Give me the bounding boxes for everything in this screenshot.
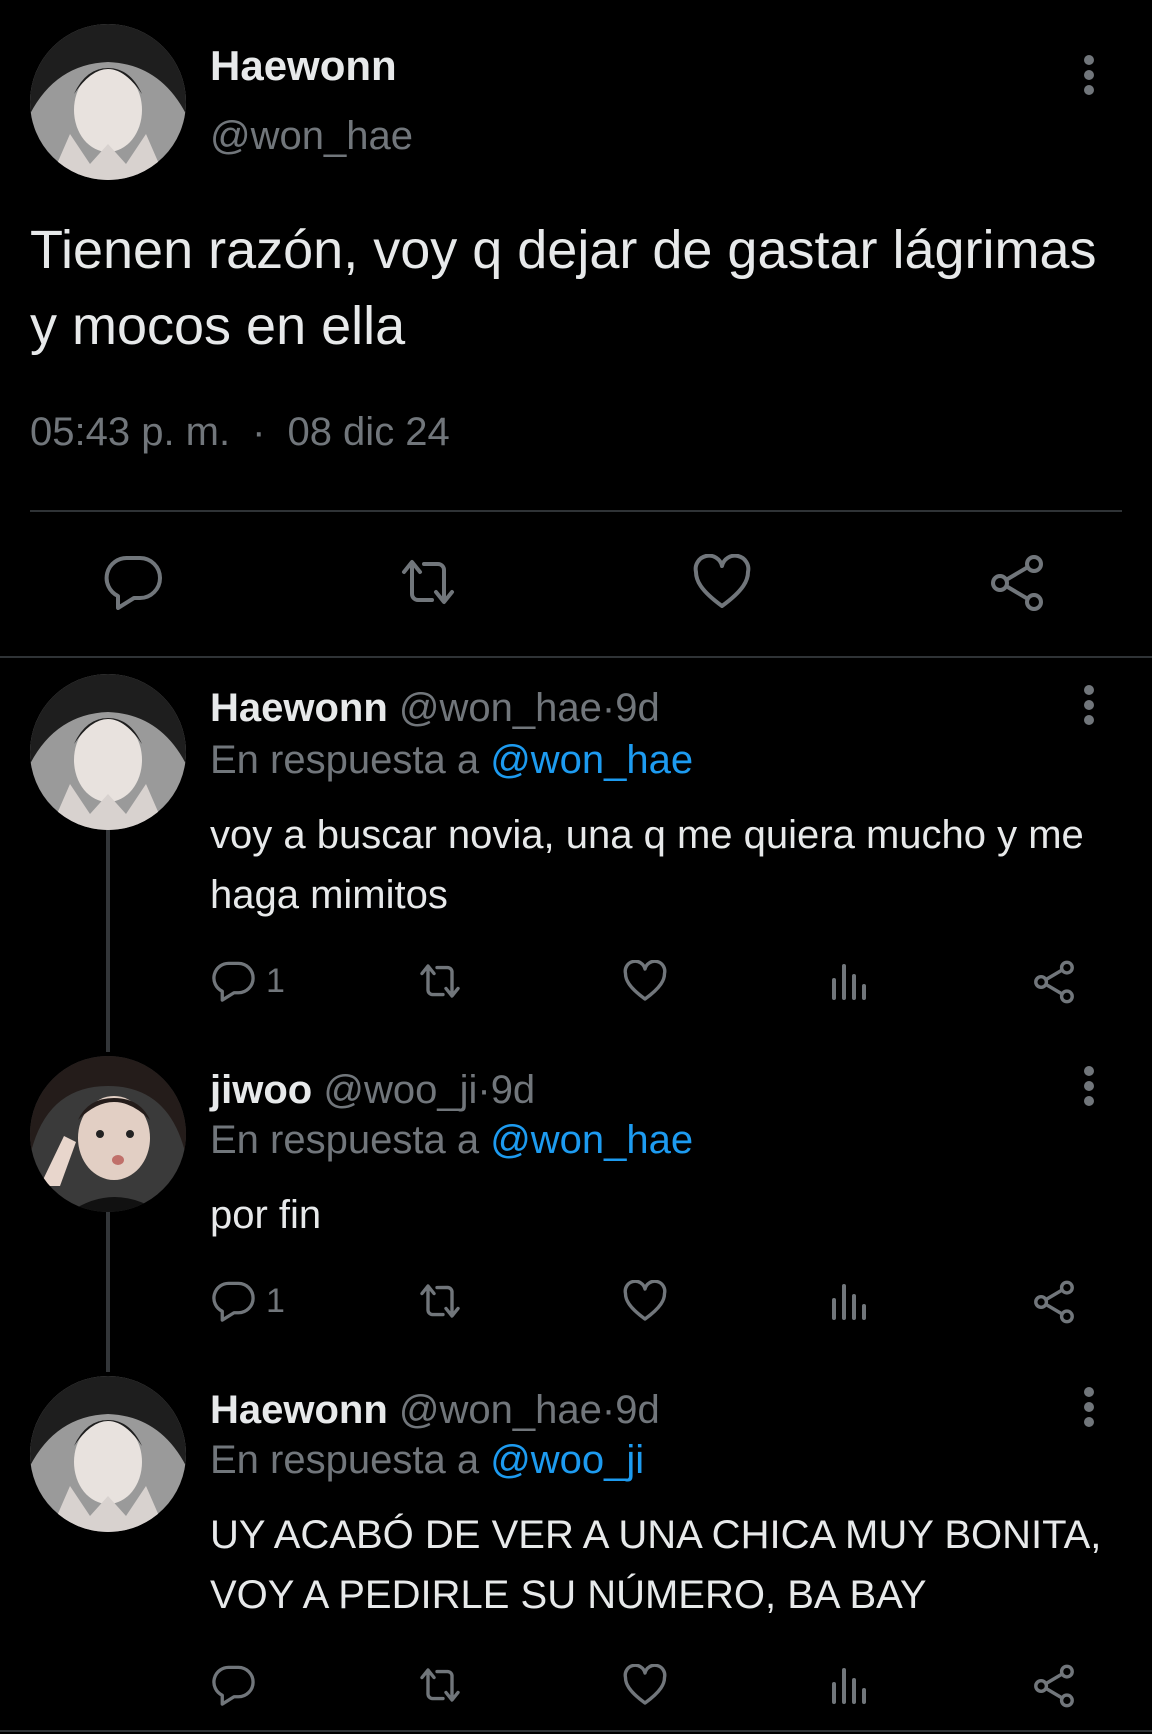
meta-separator: · (252, 410, 266, 454)
reply-author-name[interactable]: jiwoo (210, 1068, 312, 1112)
like-button[interactable] (622, 1280, 668, 1322)
thread-line (106, 830, 110, 1052)
share-icon (1034, 960, 1074, 1004)
replying-to-mention[interactable]: @won_hae (490, 738, 693, 782)
reply-author-name[interactable]: Haewonn (210, 1388, 388, 1432)
retweet-icon (420, 1284, 460, 1318)
reply-header: Haewonn @won_hae·9d (210, 1388, 660, 1433)
reply-text: voy a buscar novia, una q me quiera much… (210, 813, 1084, 917)
avatar[interactable] (30, 1376, 186, 1532)
heart-icon (623, 1280, 667, 1321)
like-button[interactable] (622, 960, 668, 1002)
reply-count: 1 (266, 1281, 285, 1320)
replying-to-mention[interactable]: @woo_ji (490, 1438, 644, 1482)
reply-age: 9d (615, 1388, 660, 1432)
reply-button[interactable] (212, 1664, 266, 1706)
divider (30, 510, 1122, 512)
avatar[interactable] (30, 674, 186, 830)
retweet-button[interactable] (394, 554, 462, 610)
views-button[interactable] (828, 1280, 870, 1322)
like-button[interactable] (622, 1664, 668, 1706)
reply-header: jiwoo @woo_ji·9d (210, 1068, 535, 1113)
share-button[interactable] (1032, 960, 1076, 1004)
reply-button[interactable]: 1 (212, 1280, 285, 1322)
share-button[interactable] (1032, 1664, 1076, 1708)
heart-icon (623, 1664, 667, 1705)
reply-icon (212, 1665, 255, 1706)
views-button[interactable] (828, 960, 870, 1002)
meta-separator: · (601, 686, 616, 730)
retweet-button[interactable] (414, 1664, 466, 1706)
views-icon (832, 964, 866, 1000)
like-button[interactable] (692, 554, 752, 610)
share-button[interactable] (1032, 1280, 1076, 1324)
section-divider (0, 1730, 1152, 1732)
reply-author-handle[interactable]: @won_hae (399, 686, 602, 730)
thread-line (106, 1212, 110, 1372)
reply-author-handle[interactable]: @woo_ji (323, 1068, 477, 1112)
reply-header: Haewonn @won_hae·9d (210, 686, 660, 731)
share-button[interactable] (988, 554, 1046, 612)
share-icon (991, 555, 1043, 611)
retweet-button[interactable] (414, 1280, 466, 1322)
tweet-timestamp: 05:43 p. m. · 08 dic 24 (30, 410, 450, 455)
retweet-icon (402, 560, 454, 604)
reply-icon (212, 961, 255, 1002)
meta-separator: · (601, 1388, 616, 1432)
reply-count: 1 (266, 961, 285, 1000)
tweet-text: Tienen razón, voy q dejar de gastar lágr… (30, 220, 1097, 356)
reply-button[interactable] (104, 554, 164, 610)
retweet-icon (420, 1668, 460, 1702)
author-name[interactable]: Haewonn (210, 42, 397, 90)
reply-author-name[interactable]: Haewonn (210, 686, 388, 730)
heart-icon (693, 554, 751, 608)
views-button[interactable] (828, 1664, 870, 1706)
reply-icon (212, 1281, 255, 1322)
more-options-icon[interactable] (1074, 50, 1104, 100)
tweet-time: 05:43 p. m. (30, 410, 231, 454)
views-icon (832, 1284, 866, 1320)
reply-author-handle[interactable]: @won_hae (399, 1388, 602, 1432)
share-icon (1034, 1280, 1074, 1324)
tweet-date[interactable]: 08 dic 24 (287, 410, 449, 454)
replying-to: En respuesta a @won_hae (210, 1118, 693, 1163)
replying-to: En respuesta a @woo_ji (210, 1438, 644, 1483)
retweet-icon (420, 964, 460, 998)
reply-age: 9d (615, 686, 660, 730)
reply-button[interactable]: 1 (212, 960, 285, 1002)
views-icon (832, 1668, 866, 1704)
avatar[interactable] (30, 1056, 186, 1212)
avatar[interactable] (30, 24, 186, 180)
replying-to-label: En respuesta a (210, 738, 480, 782)
more-options-icon[interactable] (1074, 680, 1104, 730)
author-handle[interactable]: @won_hae (210, 114, 413, 159)
meta-separator: · (477, 1068, 491, 1112)
replying-to-label: En respuesta a (210, 1438, 480, 1482)
replying-to-mention[interactable]: @won_hae (490, 1118, 693, 1162)
heart-icon (623, 960, 667, 1001)
reply-age: 9d (490, 1068, 536, 1112)
share-icon (1034, 1664, 1074, 1708)
retweet-button[interactable] (414, 960, 466, 1002)
more-options-icon[interactable] (1074, 1382, 1104, 1432)
reply-text: por fin (210, 1193, 322, 1237)
reply-icon (104, 555, 162, 610)
reply-text: UY ACABÓ DE VER A UNA CHICA MUY BONITA, … (210, 1513, 1102, 1617)
more-options-icon[interactable] (1074, 1061, 1104, 1111)
replying-to: En respuesta a @won_hae (210, 738, 693, 783)
replying-to-label: En respuesta a (210, 1118, 480, 1162)
section-divider (0, 656, 1152, 658)
